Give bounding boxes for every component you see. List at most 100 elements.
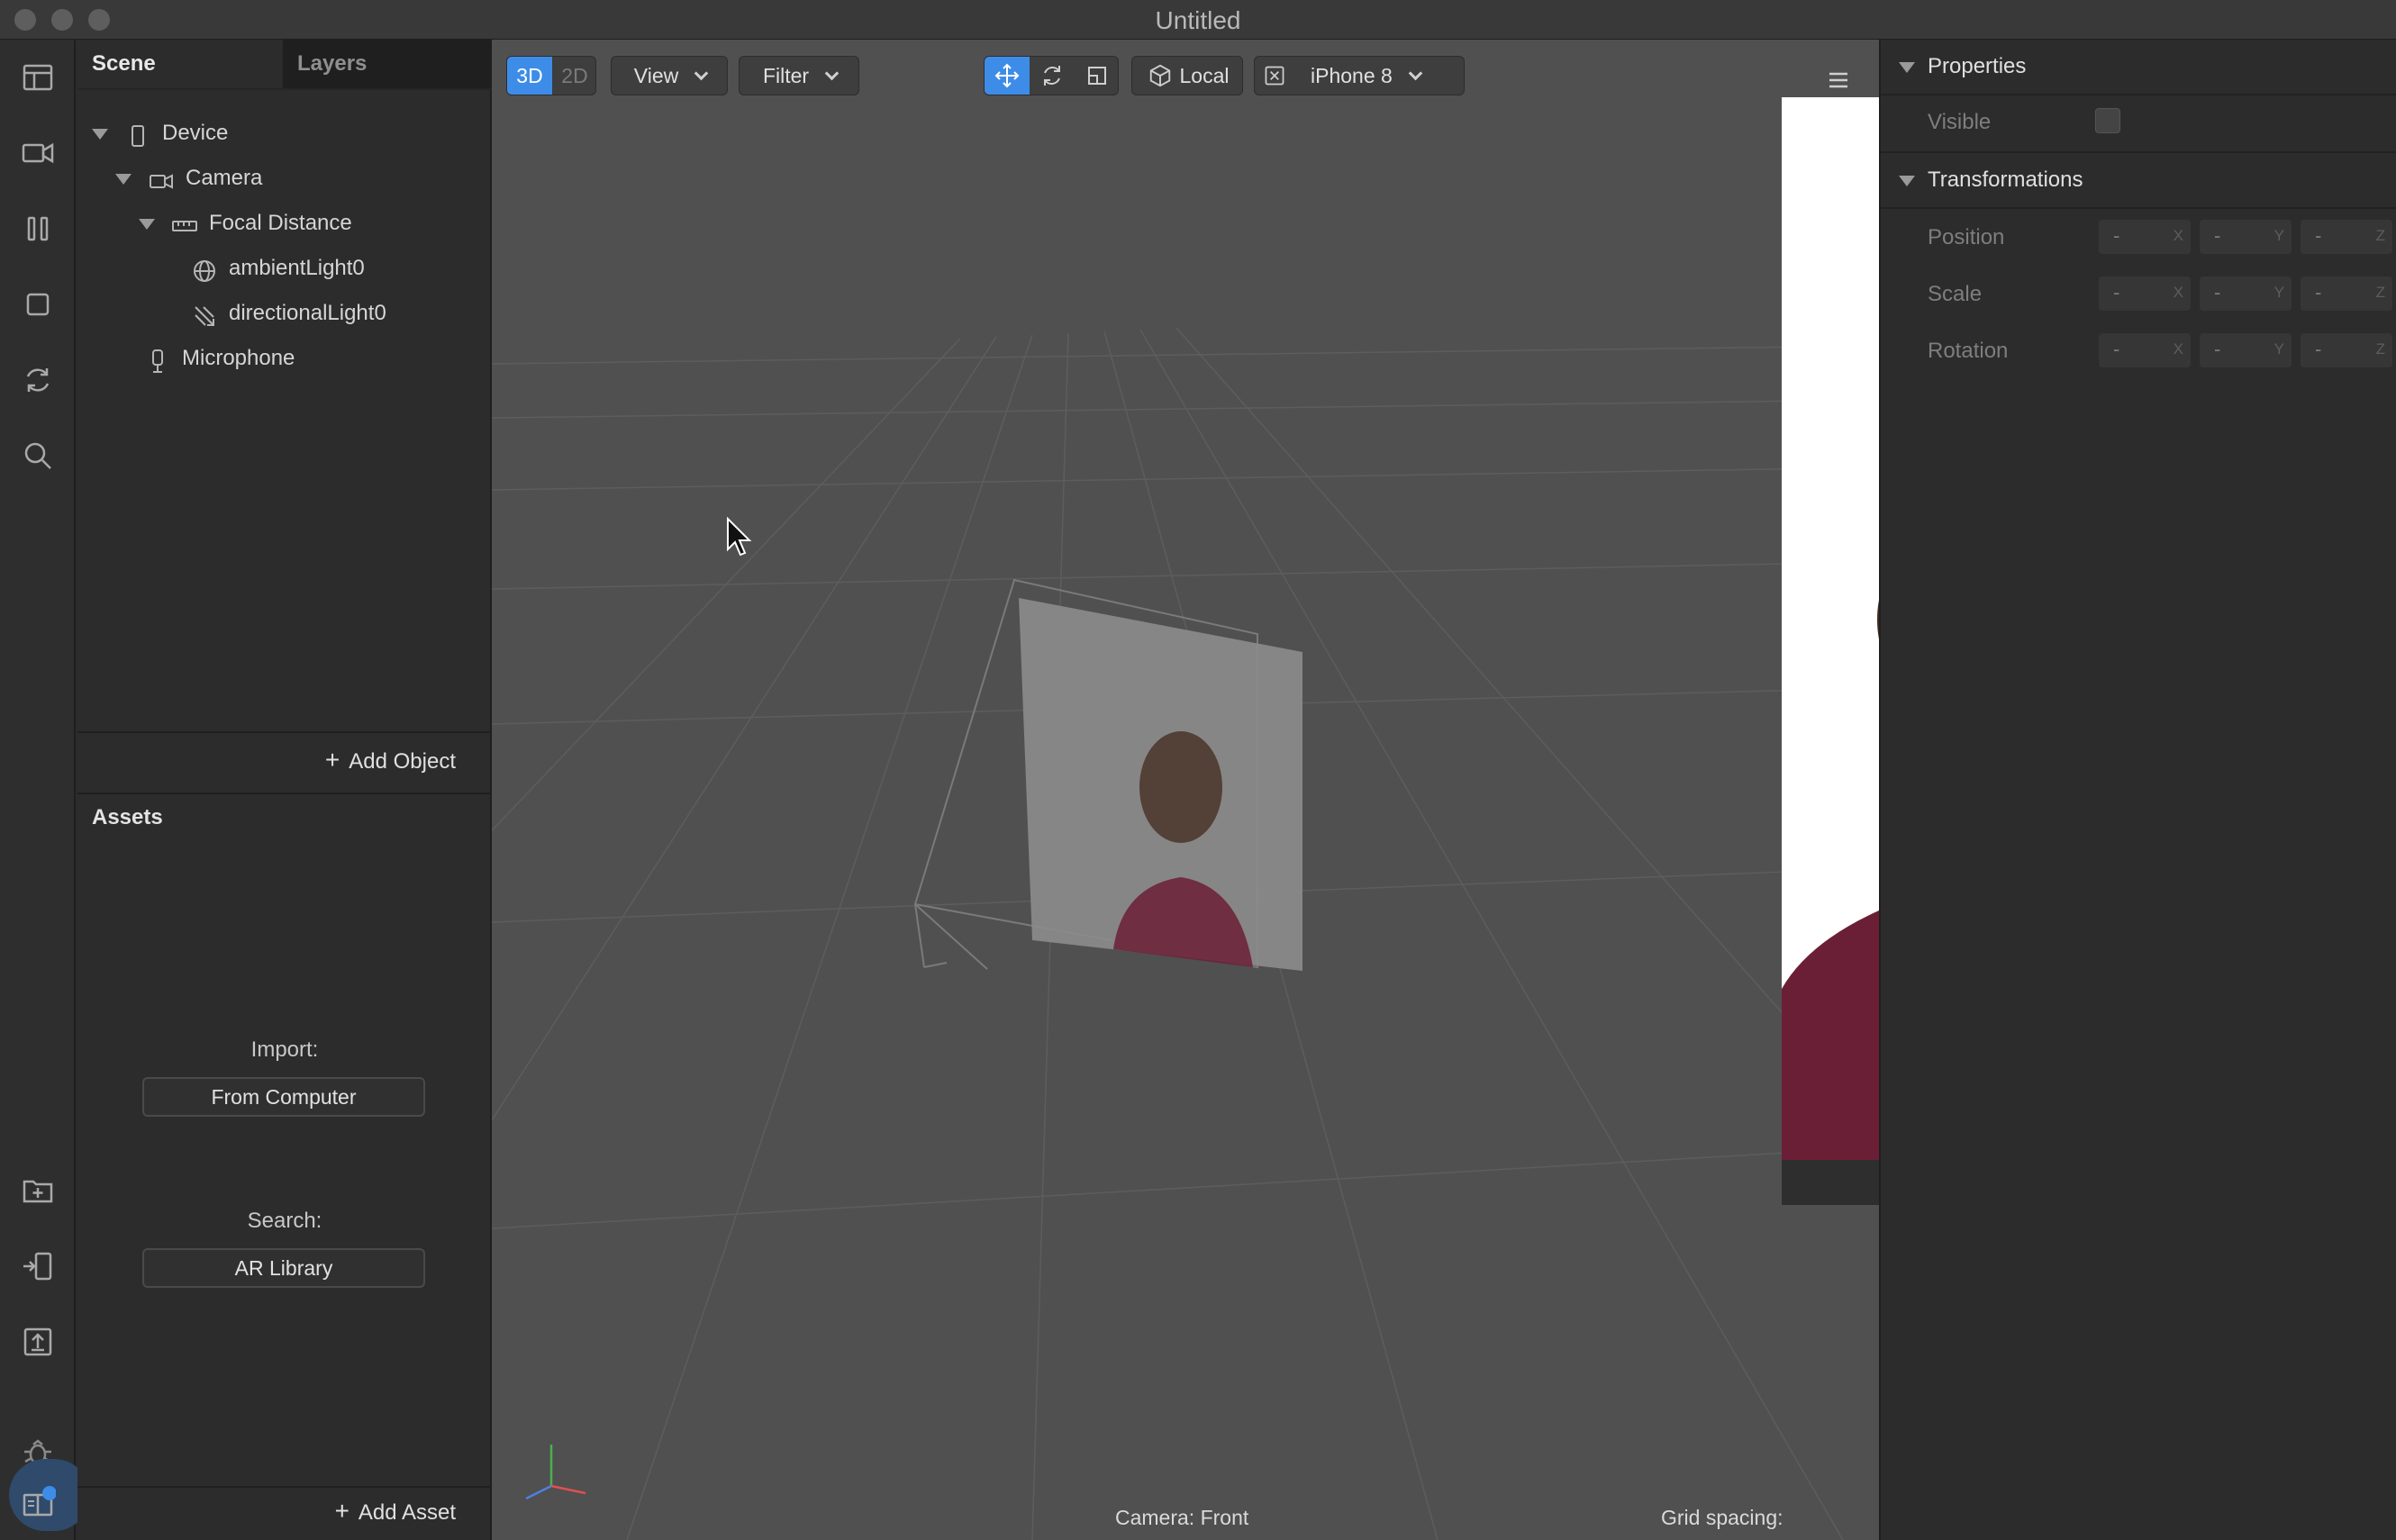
search-icon[interactable] bbox=[20, 438, 56, 474]
menu-icon[interactable] bbox=[1825, 67, 1852, 94]
directional-light-icon bbox=[191, 301, 218, 328]
tree-item-label: ambientLight0 bbox=[229, 256, 365, 280]
tab-layers[interactable]: Layers bbox=[283, 40, 492, 88]
chevron-down-icon bbox=[824, 66, 840, 81]
properties-panel: Properties Visible Transformations Posit… bbox=[1879, 40, 2396, 1540]
assets-footer: + Add Asset bbox=[77, 1486, 492, 1540]
transformations-title: Transformations bbox=[1928, 168, 2083, 192]
device-icon bbox=[124, 121, 151, 148]
from-computer-button[interactable]: From Computer bbox=[142, 1077, 425, 1117]
tree-item-ambient-light[interactable]: ambientLight0 bbox=[191, 246, 365, 291]
filter-dropdown-label: Filter bbox=[762, 64, 810, 87]
tree-item-label: Microphone bbox=[182, 346, 295, 370]
scene-footer: + Add Object bbox=[77, 731, 492, 793]
simulator-controls bbox=[1782, 1160, 1879, 1205]
tree-item-label: Device bbox=[162, 121, 229, 145]
visible-label: Visible bbox=[1928, 110, 1992, 134]
assets-panel: Assets Import: From Computer Search: AR … bbox=[77, 793, 492, 1540]
chevron-down-icon bbox=[1408, 66, 1423, 81]
scene-viewport[interactable]: 3D 2D View Filter Local iPhone 8 Camera:… bbox=[492, 40, 1879, 1540]
left-tool-rail bbox=[0, 40, 90, 1540]
close-simulator-icon[interactable] bbox=[1255, 57, 1294, 95]
expand-caret-icon[interactable] bbox=[115, 173, 132, 185]
scale-y-field[interactable]: -Y bbox=[2200, 276, 2292, 311]
tree-item-microphone[interactable]: Microphone bbox=[144, 336, 295, 381]
tree-item-device[interactable]: Device bbox=[92, 111, 228, 156]
scene-tabs: Scene Layers bbox=[77, 40, 492, 90]
move-tool-icon[interactable] bbox=[985, 57, 1030, 95]
filter-dropdown[interactable]: Filter bbox=[739, 56, 859, 95]
scale-z-field[interactable]: -Z bbox=[2301, 276, 2392, 311]
layout-icon[interactable] bbox=[20, 59, 56, 95]
add-asset-button[interactable]: + Add Asset bbox=[335, 1497, 456, 1526]
camera-feed-image bbox=[1782, 97, 1879, 1160]
tree-item-camera[interactable]: Camera bbox=[115, 156, 262, 201]
device-selector[interactable]: iPhone 8 bbox=[1254, 56, 1465, 95]
chevron-down-icon bbox=[694, 66, 709, 81]
plus-icon: + bbox=[334, 1497, 349, 1525]
local-space-label: Local bbox=[1179, 64, 1230, 87]
search-label: Search: bbox=[247, 1209, 322, 1233]
transformations-section-header[interactable]: Transformations bbox=[1881, 153, 2396, 209]
expand-caret-icon[interactable] bbox=[139, 218, 155, 230]
add-object-button[interactable]: + Add Object bbox=[325, 746, 456, 775]
position-x-field[interactable]: -X bbox=[2099, 220, 2191, 254]
camera-status: Camera: Front bbox=[1115, 1506, 1249, 1529]
rotation-label: Rotation bbox=[1928, 339, 2009, 363]
viewport-toolbar: 3D 2D View Filter Local iPhone 8 bbox=[492, 40, 1879, 106]
position-z-field[interactable]: -Z bbox=[2301, 220, 2392, 254]
refresh-icon[interactable] bbox=[20, 362, 56, 398]
mode-2d-button[interactable]: 2D bbox=[552, 57, 597, 95]
plus-icon: + bbox=[324, 746, 340, 774]
view-dropdown[interactable]: View bbox=[611, 56, 728, 95]
scene-panel: Scene Layers Device Camera Focal Distanc… bbox=[77, 40, 492, 793]
dimension-toggle: 3D 2D bbox=[506, 56, 596, 95]
visible-row: Visible bbox=[1881, 95, 2396, 153]
cube-icon bbox=[1149, 64, 1170, 87]
device-export-icon[interactable] bbox=[20, 1248, 56, 1284]
grid-spacing-status: Grid spacing: bbox=[1661, 1506, 1783, 1529]
rotate-tool-icon[interactable] bbox=[1030, 57, 1075, 95]
microphone-icon bbox=[144, 346, 171, 373]
scale-label: Scale bbox=[1928, 282, 1983, 306]
collapse-caret-icon[interactable] bbox=[1899, 176, 1915, 186]
title-bar: Untitled bbox=[0, 0, 2396, 40]
device-simulator[interactable] bbox=[1782, 97, 1879, 1205]
tree-item-label: directionalLight0 bbox=[229, 301, 386, 325]
pause-icon[interactable] bbox=[20, 211, 56, 247]
tree-item-focal-distance[interactable]: Focal Distance bbox=[139, 201, 352, 246]
video-icon[interactable] bbox=[20, 135, 56, 171]
add-object-label: Add Object bbox=[349, 749, 456, 774]
local-space-button[interactable]: Local bbox=[1131, 56, 1243, 95]
collapse-caret-icon[interactable] bbox=[1899, 62, 1915, 73]
stop-icon[interactable] bbox=[20, 286, 56, 322]
position-label: Position bbox=[1928, 225, 2005, 249]
expand-caret-icon[interactable] bbox=[92, 128, 108, 140]
tree-item-directional-light[interactable]: directionalLight0 bbox=[191, 291, 386, 336]
properties-title: Properties bbox=[1928, 54, 2027, 78]
mode-3d-button[interactable]: 3D bbox=[507, 57, 552, 95]
position-y-field[interactable]: -Y bbox=[2200, 220, 2292, 254]
scale-x-field[interactable]: -X bbox=[2099, 276, 2191, 311]
camera-icon bbox=[148, 166, 175, 193]
tree-item-label: Camera bbox=[186, 166, 263, 190]
ruler-icon bbox=[171, 211, 198, 238]
transform-tools bbox=[984, 56, 1119, 95]
window-title: Untitled bbox=[1155, 6, 1241, 34]
visible-checkbox[interactable] bbox=[2095, 108, 2120, 133]
view-dropdown-label: View bbox=[633, 64, 679, 87]
assets-title: Assets bbox=[92, 805, 163, 829]
device-dropdown-label: iPhone 8 bbox=[1311, 64, 1393, 87]
rotation-y-field[interactable]: -Y bbox=[2200, 333, 2292, 367]
add-folder-icon[interactable] bbox=[20, 1173, 56, 1209]
library-icon[interactable] bbox=[20, 1486, 57, 1522]
scale-tool-icon[interactable] bbox=[1075, 57, 1120, 95]
import-label: Import: bbox=[250, 1037, 319, 1062]
upload-icon[interactable] bbox=[20, 1324, 56, 1360]
rotation-z-field[interactable]: -Z bbox=[2301, 333, 2392, 367]
rotation-x-field[interactable]: -X bbox=[2099, 333, 2191, 367]
ambient-light-icon bbox=[191, 256, 218, 283]
properties-section-header[interactable]: Properties bbox=[1881, 40, 2396, 95]
tab-scene[interactable]: Scene bbox=[77, 40, 283, 88]
ar-library-button[interactable]: AR Library bbox=[142, 1248, 425, 1288]
